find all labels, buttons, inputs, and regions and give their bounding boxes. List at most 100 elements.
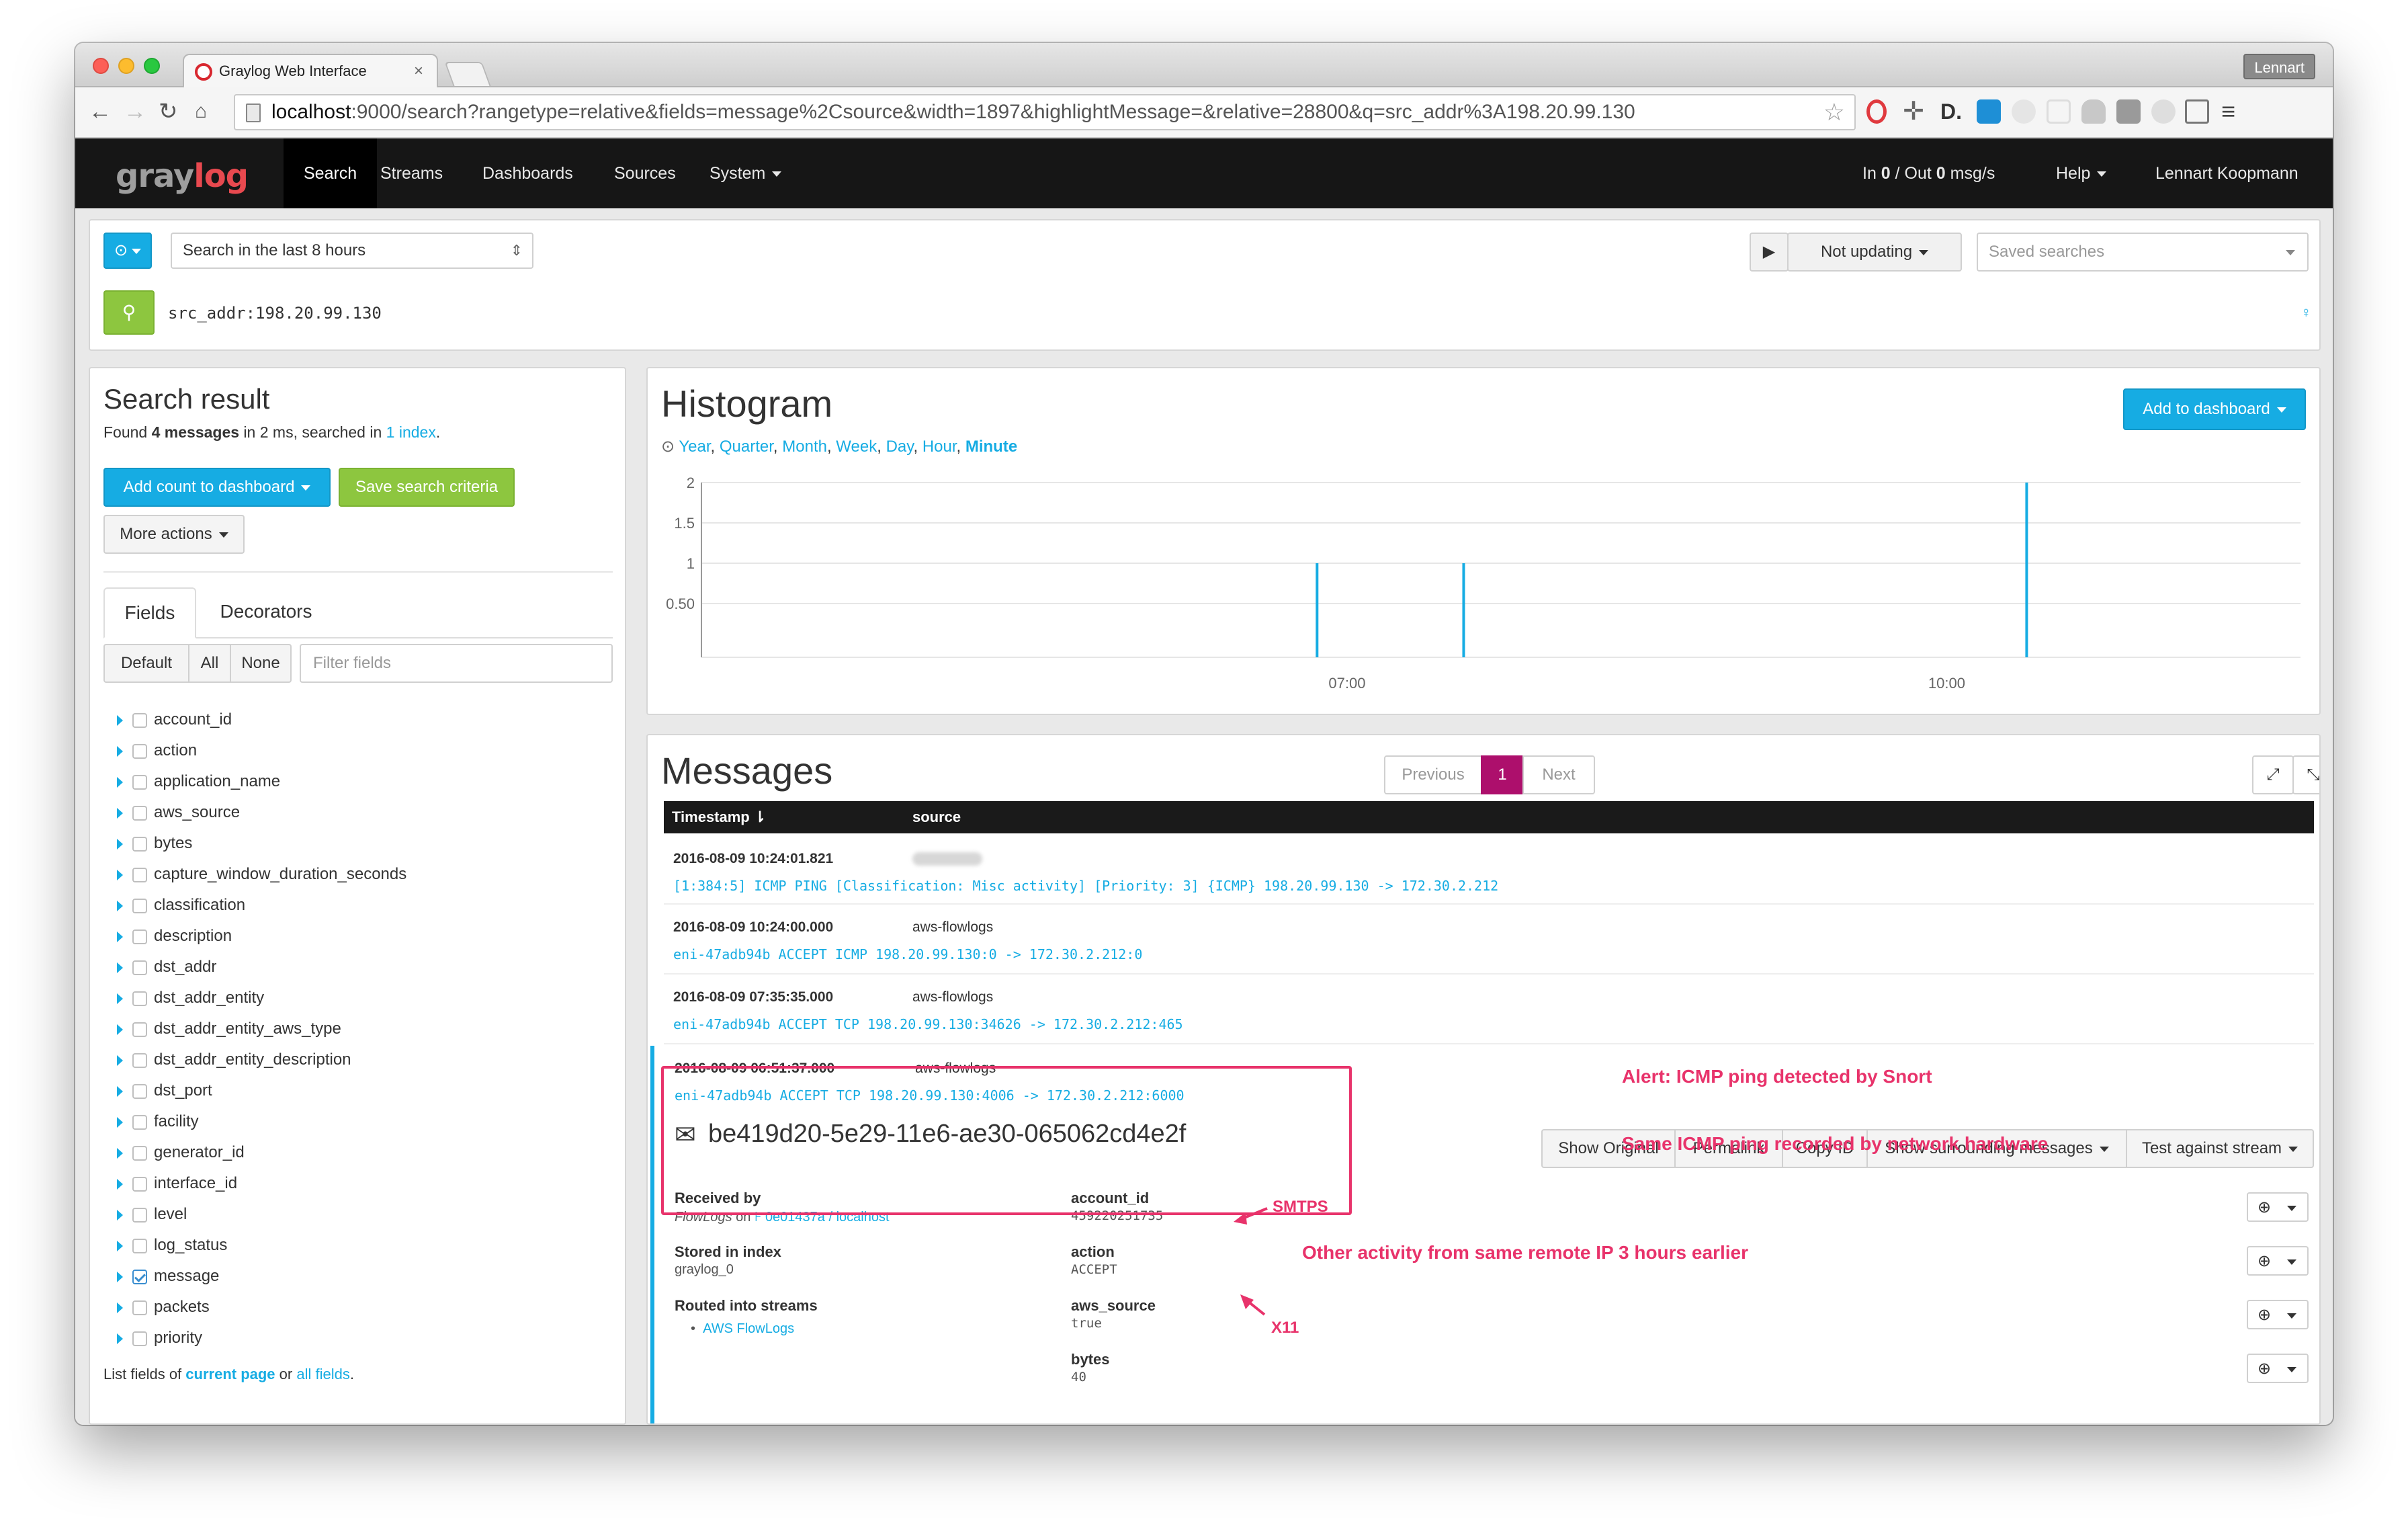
expand-triangle-icon[interactable] (117, 1209, 123, 1220)
field-checkbox[interactable] (132, 1207, 147, 1223)
field-item[interactable]: application_name (117, 766, 280, 797)
field-checkbox[interactable] (132, 960, 147, 975)
time-range-select[interactable]: Search in the last 8 hours ⇕ (171, 233, 533, 269)
field-checkbox[interactable] (132, 743, 147, 759)
field-actions-button[interactable]: ⊕ (2247, 1246, 2309, 1276)
add-count-to-dashboard-button[interactable]: Add count to dashboard (103, 468, 331, 507)
more-actions-button[interactable]: More actions (103, 515, 245, 554)
table-row[interactable]: 2016-08-09 07:35:35.000 aws-flowlogs eni… (664, 975, 2314, 1044)
expand-triangle-icon[interactable] (117, 931, 123, 942)
fields-none-button[interactable]: None (230, 644, 292, 683)
field-checkbox[interactable] (132, 1083, 147, 1099)
profile-button[interactable]: Lennart (2243, 54, 2315, 79)
expand-triangle-icon[interactable] (117, 900, 123, 911)
expand-triangle-icon[interactable] (117, 776, 123, 788)
field-actions-button[interactable]: ⊕ (2247, 1300, 2309, 1329)
field-item[interactable]: priority (117, 1323, 202, 1354)
field-checkbox[interactable] (132, 774, 147, 790)
collapse-button[interactable]: ⤡ (2292, 755, 2319, 794)
expand-triangle-icon[interactable] (117, 745, 123, 757)
play-button[interactable]: ▶ (1750, 233, 1789, 272)
expand-triangle-icon[interactable] (117, 1240, 123, 1251)
field-item[interactable]: aws_source (117, 797, 240, 828)
field-checkbox[interactable] (132, 805, 147, 821)
field-checkbox[interactable] (132, 867, 147, 882)
expand-triangle-icon[interactable] (117, 1054, 123, 1066)
close-window-icon[interactable] (93, 58, 109, 74)
expand-triangle-icon[interactable] (117, 714, 123, 726)
all-fields-link[interactable]: all fields (296, 1366, 349, 1382)
expand-triangle-icon[interactable] (117, 1178, 123, 1190)
expand-triangle-icon[interactable] (117, 1302, 123, 1313)
field-item[interactable]: interface_id (117, 1168, 237, 1199)
maximize-window-icon[interactable] (144, 58, 160, 74)
field-item[interactable]: packets (117, 1292, 210, 1323)
time-range-type-button[interactable]: ⊙ (103, 233, 152, 269)
field-item[interactable]: dst_port (117, 1075, 212, 1106)
cast-icon[interactable] (2185, 99, 2209, 124)
expand-triangle-icon[interactable] (117, 1333, 123, 1344)
expand-triangle-icon[interactable] (117, 869, 123, 880)
field-checkbox[interactable] (132, 1269, 147, 1284)
graylog-logo[interactable]: graylog (116, 157, 249, 195)
table-row[interactable]: 2016-08-09 10:24:01.821 [1:384:5] ICMP P… (664, 835, 2314, 905)
field-item[interactable]: generator_id (117, 1137, 245, 1168)
field-item[interactable]: dst_addr_entity_aws_type (117, 1013, 341, 1044)
node-link[interactable]: ⊦ 0e01437a / localhost (755, 1210, 890, 1225)
box-extension-icon[interactable] (2116, 99, 2141, 124)
reload-icon[interactable]: ↻ (159, 97, 178, 126)
expand-triangle-icon[interactable] (117, 1024, 123, 1035)
nav-system[interactable]: System (689, 138, 802, 208)
expand-triangle-icon[interactable] (117, 838, 123, 850)
field-item[interactable]: level (117, 1199, 187, 1230)
search-button[interactable]: ⚲ (103, 290, 155, 335)
back-icon[interactable]: ← (89, 97, 112, 126)
d-extension-icon[interactable]: D. (1940, 99, 1965, 124)
nav-sources[interactable]: Sources (594, 138, 696, 208)
field-item[interactable]: action (117, 735, 197, 766)
stream-link[interactable]: • AWS FlowLogs (691, 1321, 794, 1337)
test-against-stream-button[interactable]: Test against stream (2126, 1129, 2314, 1168)
histogram-bar[interactable] (2025, 483, 2028, 657)
saved-searches-select[interactable]: Saved searches (1977, 233, 2309, 272)
nav-dashboards[interactable]: Dashboards (462, 138, 593, 208)
nav-help[interactable]: Help (2036, 138, 2126, 208)
expand-triangle-icon[interactable] (117, 1116, 123, 1128)
gray-extension-icon-1[interactable] (2012, 99, 2036, 124)
expand-triangle-icon[interactable] (117, 1085, 123, 1097)
field-checkbox[interactable] (132, 1022, 147, 1037)
nav-streams[interactable]: Streams (360, 138, 463, 208)
expand-triangle-icon[interactable] (117, 807, 123, 819)
cloud-extension-icon[interactable] (2081, 99, 2106, 124)
col-timestamp[interactable]: Timestamp ⇂ (672, 801, 766, 833)
bookmark-star-icon[interactable]: ☆ (1823, 95, 1845, 129)
pager-current[interactable]: 1 (1481, 755, 1524, 794)
field-checkbox[interactable] (132, 898, 147, 913)
menu-icon[interactable]: ≡ (2221, 99, 2245, 124)
field-item[interactable]: dst_addr_entity_description (117, 1044, 351, 1075)
field-checkbox[interactable] (132, 929, 147, 944)
gray-extension-icon-2[interactable] (2047, 99, 2071, 124)
s-extension-icon[interactable] (1977, 99, 2001, 124)
index-link[interactable]: 1 index (386, 423, 436, 441)
pager-previous[interactable]: Previous (1384, 755, 1482, 794)
field-item[interactable]: message (117, 1261, 219, 1292)
field-checkbox[interactable] (132, 1052, 147, 1068)
pager-next[interactable]: Next (1522, 755, 1595, 794)
fields-all-button[interactable]: All (188, 644, 231, 683)
field-checkbox[interactable] (132, 1114, 147, 1130)
expand-triangle-icon[interactable] (117, 1147, 123, 1159)
field-checkbox[interactable] (132, 991, 147, 1006)
crosshair-extension-icon[interactable]: ✛ (1901, 99, 1926, 124)
field-checkbox[interactable] (132, 1300, 147, 1315)
field-checkbox[interactable] (132, 1145, 147, 1161)
close-tab-icon[interactable]: × (414, 55, 423, 87)
address-bar[interactable]: localhost:9000/search?rangetype=relative… (234, 94, 1856, 130)
expand-button[interactable]: ⤢ (2252, 755, 2294, 794)
tab-fields[interactable]: Fields (103, 587, 196, 638)
browser-tab[interactable]: Graylog Web Interface × (183, 54, 438, 89)
field-checkbox[interactable] (132, 1331, 147, 1346)
fields-default-button[interactable]: Default (103, 644, 189, 683)
not-updating-button[interactable]: Not updating (1787, 233, 1962, 272)
field-item[interactable]: description (117, 921, 232, 952)
